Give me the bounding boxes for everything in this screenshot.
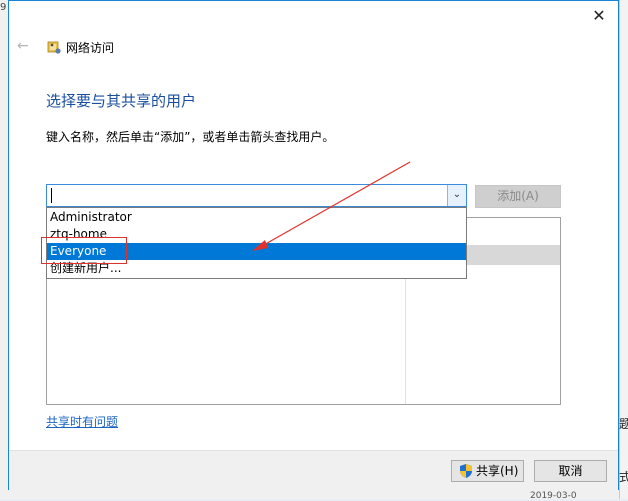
share-button[interactable]: 共享(H)	[451, 460, 524, 482]
dialog-title: 网络访问	[66, 41, 115, 55]
instruction-text: 键入名称，然后单击“添加”，或者单击箭头查找用户。	[46, 130, 335, 144]
back-button[interactable]: ←	[17, 38, 29, 54]
sharing-help-link[interactable]: 共享时有问题	[46, 413, 118, 430]
text-caret	[51, 188, 52, 203]
network-access-dialog: ✕ ← 网络访问 选择要与其共享的用户 键入名称，然后单击“添加”，或者单击箭头…	[8, 0, 619, 490]
uac-shield-icon	[460, 464, 472, 478]
dialog-footer	[9, 450, 618, 490]
background-window-bottom	[8, 490, 619, 499]
cancel-button[interactable]: 取消	[534, 460, 607, 482]
dropdown-item-administrator[interactable]: Administrator	[47, 209, 466, 226]
annotation-highlight-box	[41, 237, 127, 264]
background-bottom-text: 2019-03-0	[530, 491, 577, 501]
background-left-text: 9	[0, 2, 7, 13]
background-right-char-1: 题	[619, 417, 628, 431]
add-button[interactable]: 添加(A)	[475, 185, 561, 208]
chevron-down-icon[interactable]: ⌄	[447, 185, 466, 206]
user-name-combobox[interactable]: ⌄	[46, 184, 467, 207]
page-heading: 选择要与其共享的用户	[46, 92, 197, 110]
network-share-icon	[47, 41, 61, 54]
share-button-label: 共享(H)	[476, 464, 519, 478]
background-right-char-2: 式	[619, 470, 628, 484]
close-button[interactable]: ✕	[586, 5, 612, 27]
